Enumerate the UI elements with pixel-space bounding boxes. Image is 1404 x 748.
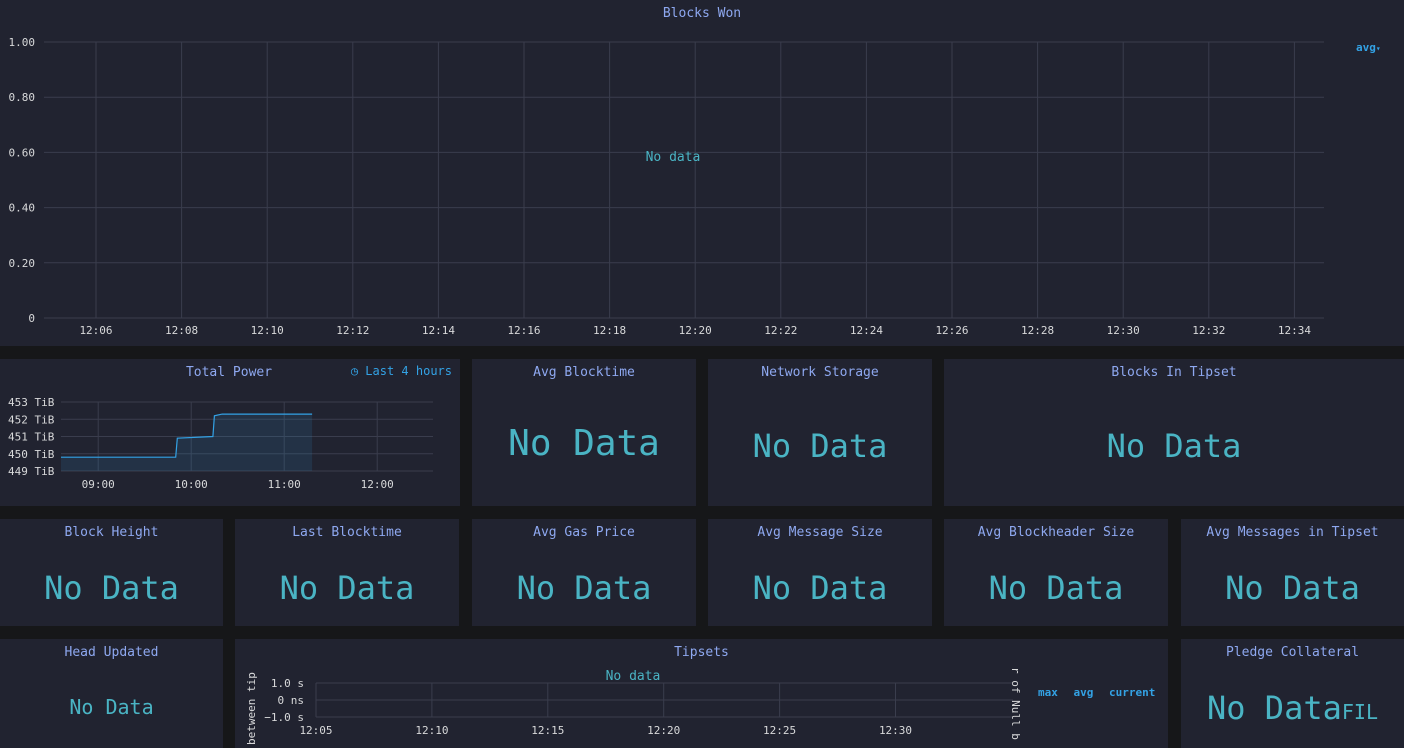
- y-tick-label: 0.40: [9, 202, 36, 215]
- panel-title[interactable]: Last Blocktime: [235, 525, 459, 540]
- y-axis-label-right: r of Null b: [1009, 667, 1022, 740]
- x-tick-label: 12:20: [679, 324, 712, 337]
- panel-title[interactable]: Pledge Collateral: [1181, 645, 1404, 660]
- legend-max[interactable]: max: [1038, 686, 1058, 699]
- x-tick-label: 12:00: [361, 478, 394, 491]
- stat-unit: FIL: [1341, 700, 1378, 724]
- blocks-won-panel: Blocks Won 1.00 0.80 0.60 0.40 0.20 0 12:06 12:…: [0, 0, 1404, 346]
- y-tick-label: 0 ns: [278, 694, 305, 707]
- y-tick-label: 453 TiB: [8, 396, 55, 409]
- panel-title[interactable]: Block Height: [0, 525, 223, 540]
- legend-current[interactable]: current: [1109, 686, 1155, 699]
- blocks-in-tipset-panel: Blocks In Tipset No Data: [944, 359, 1404, 506]
- legend-avg-label: avg: [1356, 41, 1376, 54]
- stat-value: No Data: [69, 695, 154, 719]
- x-tick-label: 12:26: [935, 324, 968, 337]
- x-tick-label: 12:22: [764, 324, 797, 337]
- panel-title[interactable]: Avg Gas Price: [472, 525, 696, 540]
- pledge-collateral-panel: Pledge Collateral No DataFIL: [1181, 639, 1404, 748]
- y-tick-label: 0.60: [9, 146, 36, 159]
- y-tick-label: 451 TiB: [8, 431, 55, 444]
- x-tick-label: 12:06: [79, 324, 112, 337]
- stat-value: No Data: [752, 569, 888, 607]
- y-tick-label: 452 TiB: [8, 413, 55, 426]
- panel-title[interactable]: Blocks In Tipset: [944, 365, 1404, 380]
- x-tick-label: 11:00: [268, 478, 301, 491]
- x-tick-label: 12:30: [1107, 324, 1140, 337]
- x-tick-label: 12:15: [531, 724, 564, 737]
- avg-blocktime-panel: Avg Blocktime No Data: [472, 359, 696, 506]
- tipsets-panel: Tipsets 1.0 s0 ns −1.0 s 12:05 12:10 12:15 12…: [235, 639, 1168, 748]
- stat-value: No Data: [508, 423, 660, 464]
- x-tick-label: 12:14: [422, 324, 455, 337]
- stat-number: No Data: [1207, 689, 1342, 727]
- x-tick-label: 12:20: [647, 724, 680, 737]
- stat-value: No Data: [1225, 569, 1360, 607]
- panel-title[interactable]: Network Storage: [708, 365, 932, 380]
- x-tick-label: 12:30: [879, 724, 912, 737]
- panel-title[interactable]: Avg Blockheader Size: [944, 525, 1168, 540]
- x-tick-label: 12:16: [507, 324, 540, 337]
- y-axis-label-left: between tip: [245, 672, 258, 745]
- panel-title[interactable]: Avg Messages in Tipset: [1181, 525, 1404, 540]
- head-updated-panel: Head Updated No Data: [0, 639, 223, 748]
- x-tick-label: 12:12: [336, 324, 369, 337]
- y-tick-label: 0.80: [9, 91, 36, 104]
- stat-value: No Data: [516, 569, 652, 607]
- block-height-panel: Block Height No Data: [0, 519, 223, 626]
- x-tick-label: 12:10: [251, 324, 284, 337]
- no-data-message: No data: [606, 669, 661, 684]
- x-tick-label: 12:18: [593, 324, 626, 337]
- stat-value: No Data: [1106, 427, 1242, 465]
- y-tick-label: 0: [28, 312, 35, 325]
- x-tick-label: 10:00: [175, 478, 208, 491]
- y-tick-label: 449 TiB: [8, 465, 55, 478]
- y-tick-label: 1.0 s: [271, 677, 304, 690]
- stat-value: No Data: [988, 569, 1124, 607]
- avg-gas-price-panel: Avg Gas Price No Data: [472, 519, 696, 626]
- blocks-won-chart[interactable]: 1.00 0.80 0.60 0.40 0.20 0 12:06 12:08 12:10 12:1…: [0, 0, 1330, 346]
- stat-value: No Data: [279, 569, 415, 607]
- avg-messages-in-tipset-panel: Avg Messages in Tipset No Data: [1181, 519, 1404, 626]
- last-blocktime-panel: Last Blocktime No Data: [235, 519, 459, 626]
- stat-value: No Data: [44, 569, 179, 607]
- stat-value: No DataFIL: [1181, 689, 1404, 727]
- total-power-chart[interactable]: 453 TiB 452 TiB 451 TiB 450 TiB 449 TiB 09:00…: [0, 359, 460, 506]
- panel-title[interactable]: Avg Message Size: [708, 525, 932, 540]
- tipsets-legend: max avg current: [1038, 681, 1155, 700]
- total-power-panel: Total Power ◷ Last 4 hours 453 TiB 452 Ti…: [0, 359, 460, 506]
- x-tick-label: 12:08: [165, 324, 198, 337]
- y-tick-label: 0.20: [9, 257, 36, 270]
- x-tick-label: 12:24: [850, 324, 883, 337]
- network-storage-panel: Network Storage No Data: [708, 359, 932, 506]
- y-tick-label: −1.0 s: [264, 711, 304, 724]
- avg-blockheader-size-panel: Avg Blockheader Size No Data: [944, 519, 1168, 626]
- x-tick-label: 12:32: [1192, 324, 1225, 337]
- x-tick-label: 12:25: [763, 724, 796, 737]
- x-tick-label: 09:00: [82, 478, 115, 491]
- avg-message-size-panel: Avg Message Size No Data: [708, 519, 932, 626]
- legend-avg[interactable]: avg▾: [1356, 41, 1381, 54]
- x-tick-label: 12:28: [1021, 324, 1054, 337]
- panel-title[interactable]: Avg Blocktime: [472, 365, 696, 380]
- x-tick-label: 12:34: [1278, 324, 1311, 337]
- legend-avg[interactable]: avg: [1074, 686, 1094, 699]
- panel-title[interactable]: Head Updated: [0, 645, 223, 660]
- stat-value: No Data: [752, 427, 888, 465]
- y-tick-label: 450 TiB: [8, 448, 55, 461]
- x-tick-label: 12:05: [299, 724, 332, 737]
- y-tick-label: 1.00: [9, 36, 36, 49]
- tipsets-chart[interactable]: 1.0 s 0 ns −1.0 s12:05 12:10 12:15 12:20 12:25…: [235, 639, 1168, 748]
- no-data-message: No data: [646, 150, 701, 165]
- sort-caret-icon: ▾: [1375, 44, 1381, 53]
- x-tick-label: 12:10: [415, 724, 448, 737]
